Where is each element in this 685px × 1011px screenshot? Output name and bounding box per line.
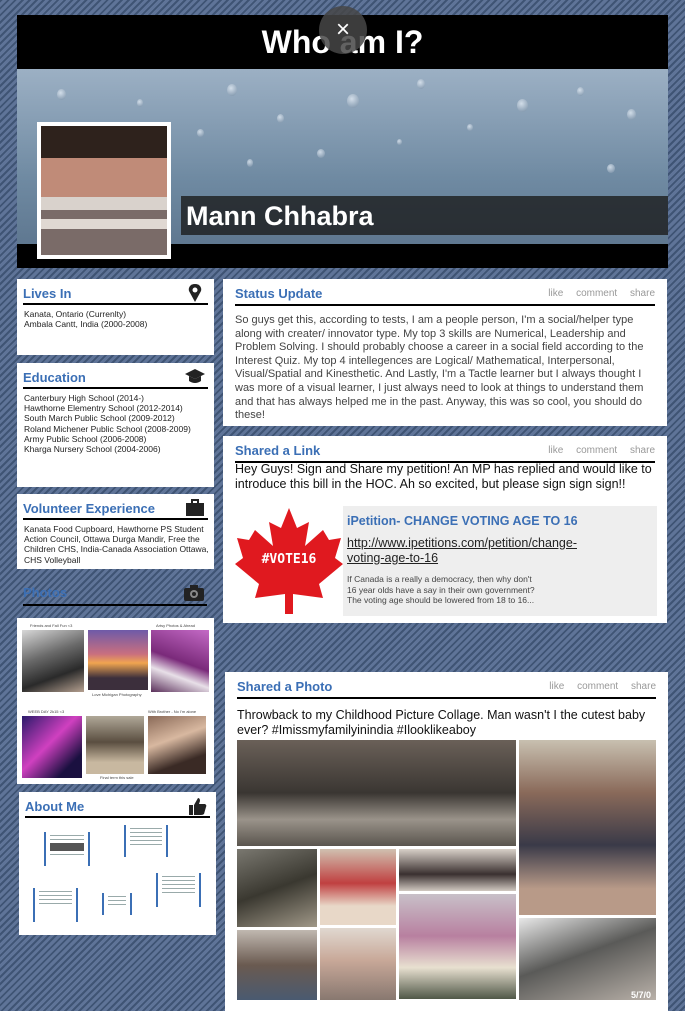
lives-in-title: Lives In — [23, 286, 72, 301]
volunteer-text: Kanata Food Cupboard, Hawthorne PS Stude… — [24, 524, 209, 565]
like-button[interactable]: like — [549, 681, 564, 692]
volunteer-card: Volunteer Experience Kanata Food Cupboar… — [17, 494, 214, 569]
photo-thumbnail[interactable] — [86, 716, 144, 774]
like-button[interactable]: like — [548, 288, 563, 299]
photo-caption: Final term this sale — [100, 775, 134, 780]
comment-button[interactable]: comment — [576, 288, 617, 299]
map-pin-icon — [188, 284, 202, 302]
link-url[interactable]: http://www.ipetitions.com/petition/chang… — [347, 536, 577, 566]
education-list: Canterbury High School (2014-) Hawthorne… — [24, 393, 210, 454]
about-doc-thumbnail[interactable] — [124, 825, 168, 857]
photos-header: Photos — [23, 584, 207, 606]
list-item: Kanata, Ontario (Currenlty) — [24, 309, 127, 319]
briefcase-icon — [186, 499, 204, 516]
camera-icon — [184, 585, 204, 601]
link-description: If Canada is a really a democracy, then … — [347, 574, 535, 605]
lives-in-card: Lives In Kanata, Ontario (Currenlty) Amb… — [17, 279, 214, 355]
collage-photo — [399, 849, 516, 891]
flag-text: #VOTE16 — [261, 552, 317, 567]
collage-photo — [320, 849, 396, 925]
shared-link-card: Shared a Link like comment share Hey Guy… — [223, 436, 667, 623]
education-title: Education — [23, 370, 86, 385]
list-item: Army Public School (2006-2008) — [24, 433, 147, 444]
list-item: Canterbury High School (2014-) — [24, 393, 145, 403]
collage-photo — [399, 894, 516, 999]
photo-caption: WEEB DAY 2k15 <3 — [28, 709, 65, 714]
lives-in-list: Kanata, Ontario (Currenlty) Ambala Cantt… — [24, 309, 210, 329]
close-button[interactable]: × — [319, 6, 367, 54]
about-doc-thumbnail[interactable] — [33, 888, 78, 922]
profile-photo[interactable] — [37, 122, 171, 259]
status-update-card: Status Update like comment share So guys… — [223, 279, 667, 426]
photo-thumbnail[interactable] — [88, 630, 148, 690]
list-item: South March Public School (2009-2012) — [24, 413, 175, 424]
photo-thumbnail[interactable] — [148, 716, 206, 774]
thumbs-up-icon — [189, 798, 207, 815]
photo-caption: With Brother - No I'm alone — [148, 709, 197, 714]
shared-photo-card: Shared a Photo like comment share Throwb… — [225, 672, 668, 1011]
collage-photo — [237, 930, 317, 1000]
education-card: Education Canterbury High School (2014-)… — [17, 363, 214, 487]
collage-photo — [519, 918, 656, 1000]
childhood-photo-collage[interactable]: 5/7/0 — [237, 740, 656, 1002]
photo-stamp: 5/7/0 — [630, 990, 651, 1000]
shared-link-text: Hey Guys! Sign and Share my petition! An… — [235, 462, 652, 492]
share-button[interactable]: share — [630, 288, 655, 299]
photo-thumbnail[interactable] — [22, 716, 82, 778]
about-me-card: About Me — [19, 792, 216, 935]
graduation-cap-icon — [185, 369, 205, 383]
vote16-flag-image: #VOTE16 — [235, 506, 343, 616]
list-item: Ambala Cantt, India (2000-2008) — [24, 319, 148, 330]
volunteer-title: Volunteer Experience — [23, 501, 155, 516]
about-me-title: About Me — [25, 799, 85, 814]
photo-caption: Artsy Photos & Ahead — [156, 623, 195, 628]
about-doc-thumbnail[interactable] — [102, 893, 132, 915]
photo-thumbnail[interactable] — [22, 630, 84, 692]
link-preview-title[interactable]: iPetition- CHANGE VOTING AGE TO 16 — [347, 514, 578, 528]
photo-thumbnail[interactable] — [151, 630, 209, 692]
status-body: So guys get this, according to tests, I … — [235, 314, 644, 422]
link-preview[interactable]: #VOTE16 iPetition- CHANGE VOTING AGE TO … — [235, 506, 657, 616]
list-item: Hawthorne Elementry School (2012-2014) — [24, 403, 183, 414]
profile-name: Mann Chhabra — [186, 201, 374, 231]
photo-caption: Friends and Fall Fun <3 — [30, 623, 73, 628]
collage-photo — [237, 740, 516, 846]
avatar — [41, 126, 167, 255]
comment-button[interactable]: comment — [576, 445, 617, 456]
share-button[interactable]: share — [631, 681, 656, 692]
collage-photo — [519, 740, 656, 915]
name-banner: Mann Chhabra — [181, 196, 668, 235]
photos-card[interactable]: Friends and Fall Fun <3 Artsy Photos & A… — [17, 618, 214, 784]
about-doc-thumbnail[interactable] — [156, 873, 201, 907]
shared-photo-text: Throwback to my Childhood Picture Collag… — [237, 708, 646, 738]
share-button[interactable]: share — [630, 445, 655, 456]
list-item: Kharga Nursery School (2004-2006) — [24, 444, 161, 455]
like-button[interactable]: like — [548, 445, 563, 456]
comment-button[interactable]: comment — [577, 681, 618, 692]
about-doc-thumbnail[interactable] — [44, 832, 90, 866]
photos-title: Photos — [23, 585, 68, 600]
collage-photo — [237, 849, 317, 927]
photo-caption: Love Michigan Photography — [92, 692, 142, 697]
collage-photo — [320, 928, 396, 1000]
list-item: Roland Michener Public School (2008-2009… — [24, 423, 191, 434]
